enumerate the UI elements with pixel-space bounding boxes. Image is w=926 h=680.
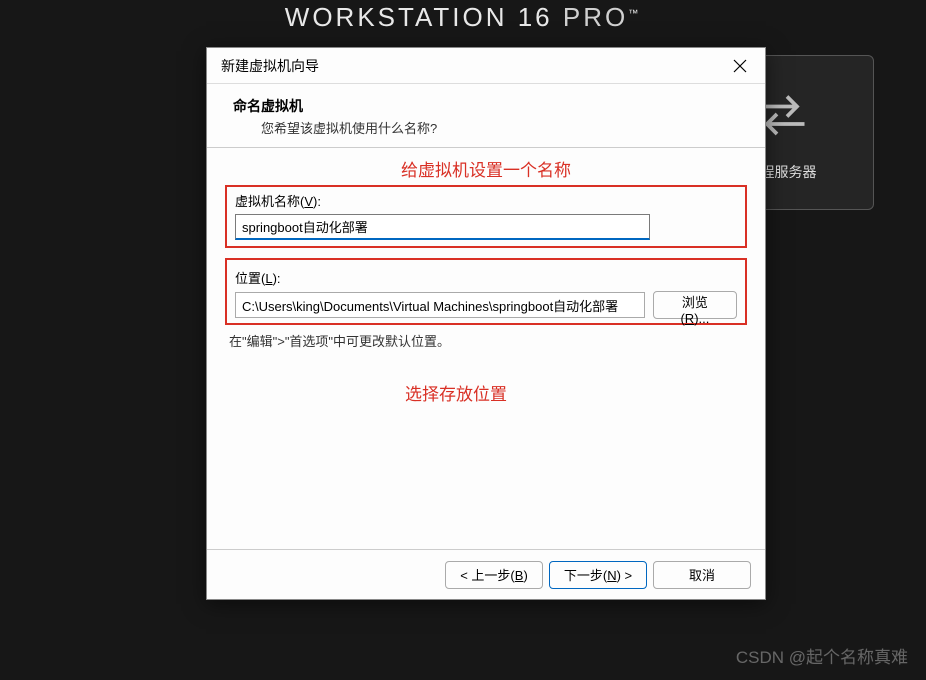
app-title-tm: ™ xyxy=(628,8,641,19)
dialog-header-subtitle: 您希望该虚拟机使用什么名称? xyxy=(261,118,747,137)
dialog-content: 给虚拟机设置一个名称 虚拟机名称(V): 位置(L): 浏览(R)... 在"编… xyxy=(207,148,765,549)
browse-button[interactable]: 浏览(R)... xyxy=(653,291,737,319)
vm-name-input[interactable] xyxy=(235,214,650,240)
location-hint: 在"编辑">"首选项"中可更改默认位置。 xyxy=(229,331,747,350)
app-title-main: WORKSTATION 16 xyxy=(285,2,553,32)
vm-location-label: 位置(L): xyxy=(235,268,737,287)
close-icon xyxy=(733,59,747,73)
location-section-highlight: 位置(L): 浏览(R)... xyxy=(225,258,747,325)
vm-name-label: 虚拟机名称(V): xyxy=(235,191,737,210)
watermark: CSDN @起个名称真难 xyxy=(736,643,908,668)
name-section-highlight: 虚拟机名称(V): xyxy=(225,185,747,248)
dialog-titlebar: 新建虚拟机向导 xyxy=(207,48,765,84)
close-button[interactable] xyxy=(725,52,755,80)
dialog-header: 命名虚拟机 您希望该虚拟机使用什么名称? xyxy=(207,84,765,148)
dialog-header-title: 命名虚拟机 xyxy=(233,96,747,116)
annotation-location: 选择存放位置 xyxy=(225,380,747,405)
next-button[interactable]: 下一步(N) > xyxy=(549,561,647,589)
app-title: WORKSTATION 16 PRO™ xyxy=(0,0,926,33)
annotation-name: 给虚拟机设置一个名称 xyxy=(225,156,747,181)
app-title-pro: PRO xyxy=(563,2,628,32)
location-row: 浏览(R)... xyxy=(235,291,737,319)
vm-location-input[interactable] xyxy=(235,292,645,318)
cancel-button[interactable]: 取消 xyxy=(653,561,751,589)
dialog-title: 新建虚拟机向导 xyxy=(221,56,319,76)
back-button[interactable]: < 上一步(B) xyxy=(445,561,543,589)
dialog-footer: < 上一步(B) 下一步(N) > 取消 xyxy=(207,549,765,599)
new-vm-wizard-dialog: 新建虚拟机向导 命名虚拟机 您希望该虚拟机使用什么名称? 给虚拟机设置一个名称 … xyxy=(206,47,766,600)
